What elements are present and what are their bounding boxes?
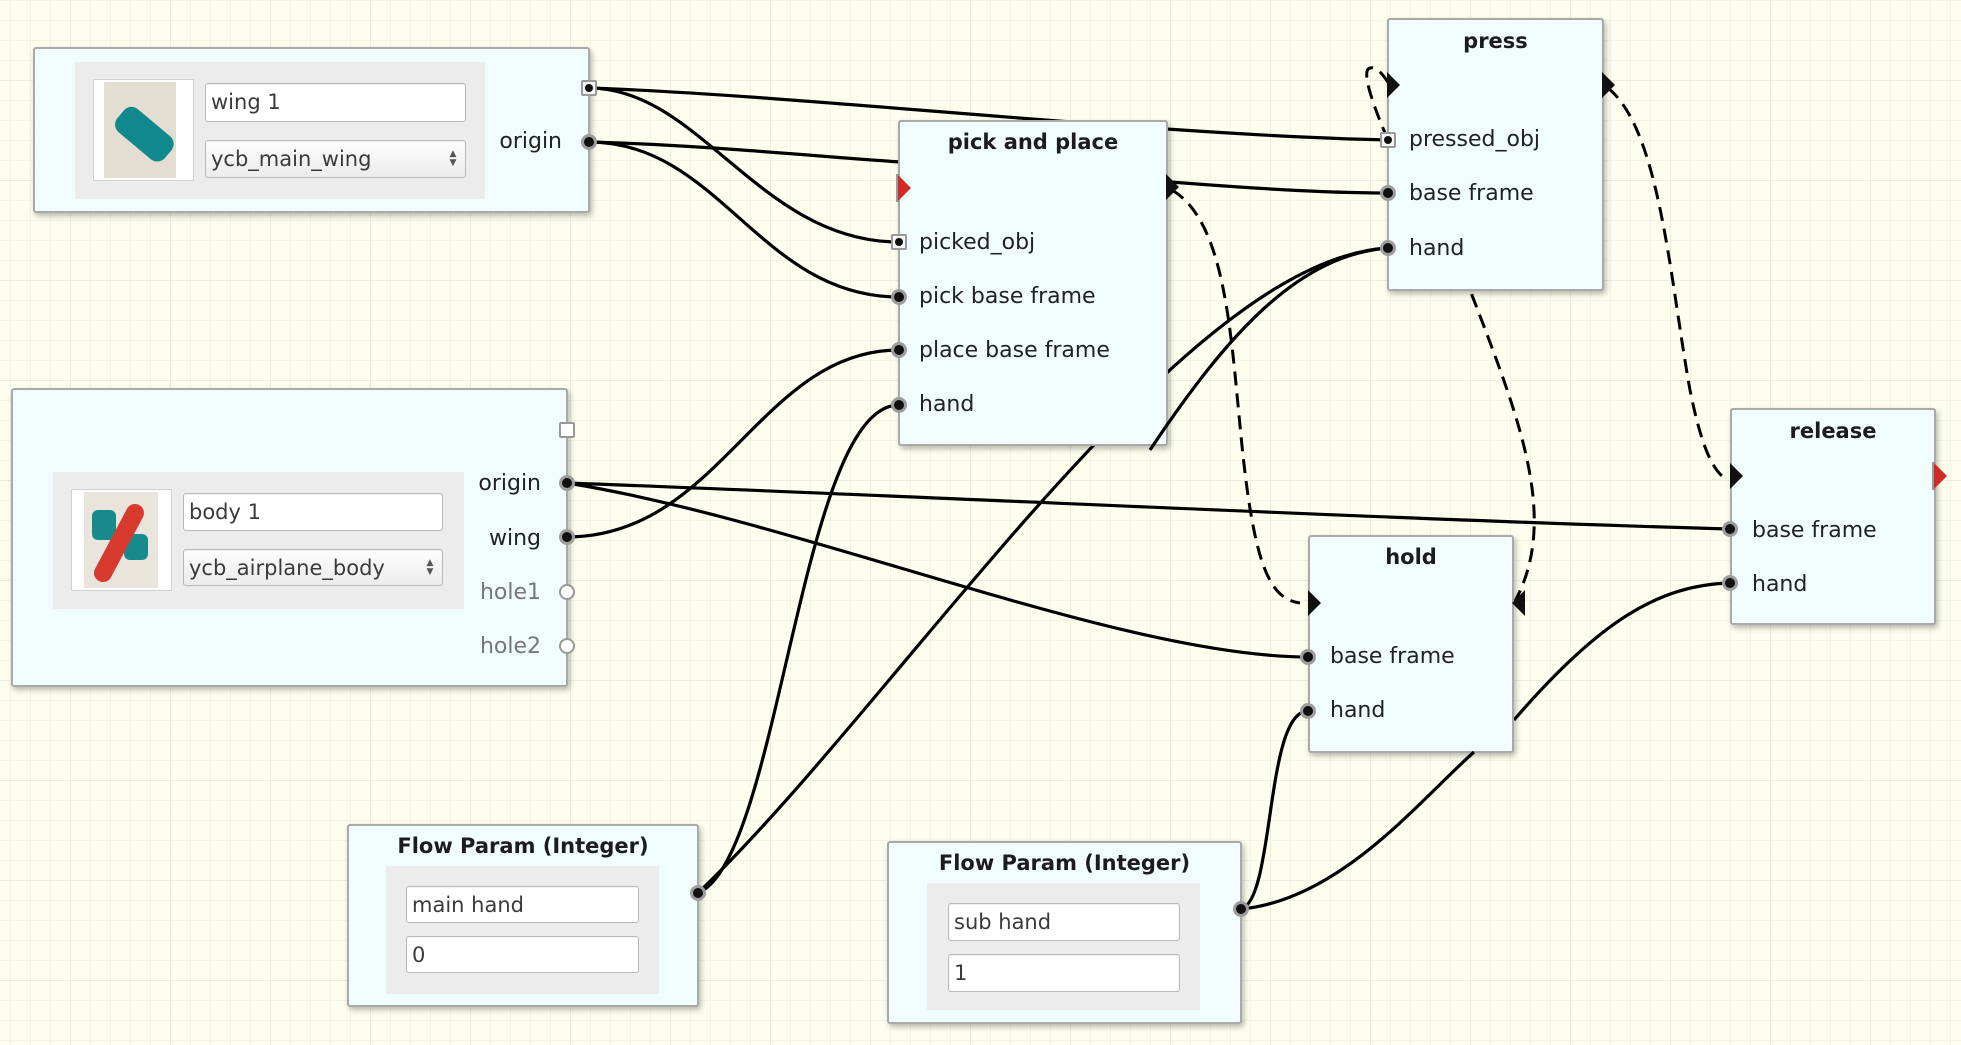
object-name-field[interactable]: body 1 xyxy=(183,493,443,531)
object-name-field[interactable]: wing 1 xyxy=(205,83,466,122)
press-pressed-obj-port[interactable] xyxy=(1380,132,1396,148)
wire-fp2-to-hold-hand[interactable] xyxy=(1240,709,1309,911)
pickplace-hand-port[interactable] xyxy=(891,397,907,413)
port-label-base-frame: base frame xyxy=(1330,644,1455,669)
flow-param-2-output-port[interactable] xyxy=(1233,901,1249,917)
action-node-pick-and-place[interactable]: pick and place picked_obj pick base fram… xyxy=(898,120,1168,446)
teal-wing-part-icon xyxy=(104,82,176,178)
object-node-wing[interactable]: wing 1 ycb_main_wing ▲ ▼ origin xyxy=(33,47,590,213)
thumbnail-wing-image xyxy=(93,79,194,181)
release-hand-port[interactable] xyxy=(1722,575,1738,591)
port-label-wing: wing xyxy=(488,526,541,551)
flow-in-arrow-icon[interactable] xyxy=(1308,590,1321,616)
body-origin-port[interactable] xyxy=(559,475,575,491)
param-name-field[interactable]: main hand xyxy=(406,886,639,923)
action-node-release[interactable]: release base frame hand xyxy=(1730,408,1936,625)
node-title: Flow Param (Integer) xyxy=(938,851,1191,875)
flow-editor-canvas[interactable]: wing 1 ycb_main_wing ▲ ▼ origin body 1 yc… xyxy=(0,0,1961,1045)
body-wing-port[interactable] xyxy=(559,529,575,545)
model-select-dropdown[interactable]: ycb_main_wing ▲ ▼ xyxy=(205,140,466,178)
wire-fp2-to-release-hand[interactable] xyxy=(1240,750,1476,911)
param-value-field[interactable]: 0 xyxy=(406,936,639,973)
action-node-hold[interactable]: hold base frame hand xyxy=(1308,535,1514,753)
wire-pickplace-flowout-region-to-press-base-frame[interactable] xyxy=(1169,180,1389,195)
flow-end-arrow-icon[interactable] xyxy=(1934,463,1947,489)
pickplace-place-base-frame-port[interactable] xyxy=(891,342,907,358)
param-value-field[interactable]: 1 xyxy=(948,954,1180,992)
body-hole2-port[interactable] xyxy=(559,638,575,654)
port-label-origin: origin xyxy=(478,471,541,496)
param-name-field[interactable]: sub hand xyxy=(948,903,1180,941)
port-label-pick-base-frame: pick base frame xyxy=(919,284,1096,309)
flow-out-arrow-icon[interactable] xyxy=(1512,590,1525,616)
flow-in-arrow-icon[interactable] xyxy=(1387,72,1400,98)
wire-body-origin-to-release-base-frame[interactable] xyxy=(566,481,1731,531)
flow-in-arrow-icon[interactable] xyxy=(1730,463,1743,489)
wire-body-wing-to-pickplace-place-base-frame[interactable] xyxy=(566,348,900,539)
wire-wing-origin-to-pickplace-pick-base-frame[interactable] xyxy=(588,140,900,299)
flow-param-node-main-hand[interactable]: Flow Param (Integer) main hand 0 xyxy=(347,824,699,1007)
model-select-dropdown[interactable]: ycb_airplane_body ▲ ▼ xyxy=(183,549,443,586)
wire-wing-origin-to-press-base-frame[interactable] xyxy=(588,140,901,164)
flow-out-arrow-icon[interactable] xyxy=(1166,174,1179,200)
red-airplane-body-icon xyxy=(84,492,158,588)
node-title: press xyxy=(1463,29,1528,53)
node-title: Flow Param (Integer) xyxy=(397,834,649,858)
node-title: pick and place xyxy=(947,130,1119,154)
port-label-hand: hand xyxy=(919,392,975,417)
port-label-hand: hand xyxy=(1752,572,1808,597)
port-label-hole2: hole2 xyxy=(479,634,541,659)
wire-body-origin-to-hold-base-frame[interactable] xyxy=(566,481,1309,659)
hold-hand-port[interactable] xyxy=(1300,703,1316,719)
port-label-picked-obj: picked_obj xyxy=(919,230,1036,255)
press-hand-port[interactable] xyxy=(1380,240,1396,256)
wire-fp1-to-press-hand[interactable] xyxy=(1148,246,1389,451)
pickplace-picked-obj-port[interactable] xyxy=(891,234,907,250)
port-label-base-frame: base frame xyxy=(1752,518,1877,543)
node-title: release xyxy=(1789,419,1877,443)
flow-wire-press-to-release[interactable] xyxy=(1607,86,1724,478)
wing-pose-port[interactable] xyxy=(581,80,597,96)
port-label-place-base-frame: place base frame xyxy=(919,338,1110,363)
body-pose-port[interactable] xyxy=(559,422,575,438)
port-label-base-frame: base frame xyxy=(1409,181,1534,206)
release-base-frame-port[interactable] xyxy=(1722,521,1738,537)
port-label-hole1: hole1 xyxy=(479,580,541,605)
wing-origin-port[interactable] xyxy=(581,134,597,150)
wire-wing-pose-to-pickplace-picked-obj[interactable] xyxy=(588,86,900,244)
wire-fp2-to-release-hand-seg[interactable] xyxy=(1512,581,1731,722)
port-label-origin: origin xyxy=(499,129,562,154)
port-label-hand: hand xyxy=(1409,236,1465,261)
action-node-press[interactable]: press pressed_obj base frame hand xyxy=(1387,18,1604,291)
pickplace-pick-base-frame-port[interactable] xyxy=(891,289,907,305)
flow-out-arrow-icon[interactable] xyxy=(1602,72,1615,98)
flow-wire-pickplace-to-hold[interactable] xyxy=(1171,188,1301,605)
flow-start-arrow-icon[interactable] xyxy=(898,175,911,201)
updown-arrows-icon: ▲ ▼ xyxy=(449,149,457,168)
model-select-value: ycb_airplane_body xyxy=(189,556,385,580)
model-select-value: ycb_main_wing xyxy=(211,147,372,171)
body-hole1-port[interactable] xyxy=(559,584,575,600)
port-label-hand: hand xyxy=(1330,698,1386,723)
updown-arrows-icon: ▲ ▼ xyxy=(426,558,434,577)
port-label-pressed-obj: pressed_obj xyxy=(1409,127,1541,152)
node-title: hold xyxy=(1385,545,1437,569)
thumbnail-body-image xyxy=(71,489,172,591)
hold-base-frame-port[interactable] xyxy=(1300,649,1316,665)
wire-fp1-to-pickplace-hand[interactable] xyxy=(697,403,900,895)
flow-param-node-sub-hand[interactable]: Flow Param (Integer) sub hand 1 xyxy=(887,841,1242,1024)
flow-param-1-output-port[interactable] xyxy=(690,885,706,901)
press-base-frame-port[interactable] xyxy=(1380,185,1396,201)
object-node-body[interactable]: body 1 ycb_airplane_body ▲ ▼ origin wing … xyxy=(11,388,568,687)
